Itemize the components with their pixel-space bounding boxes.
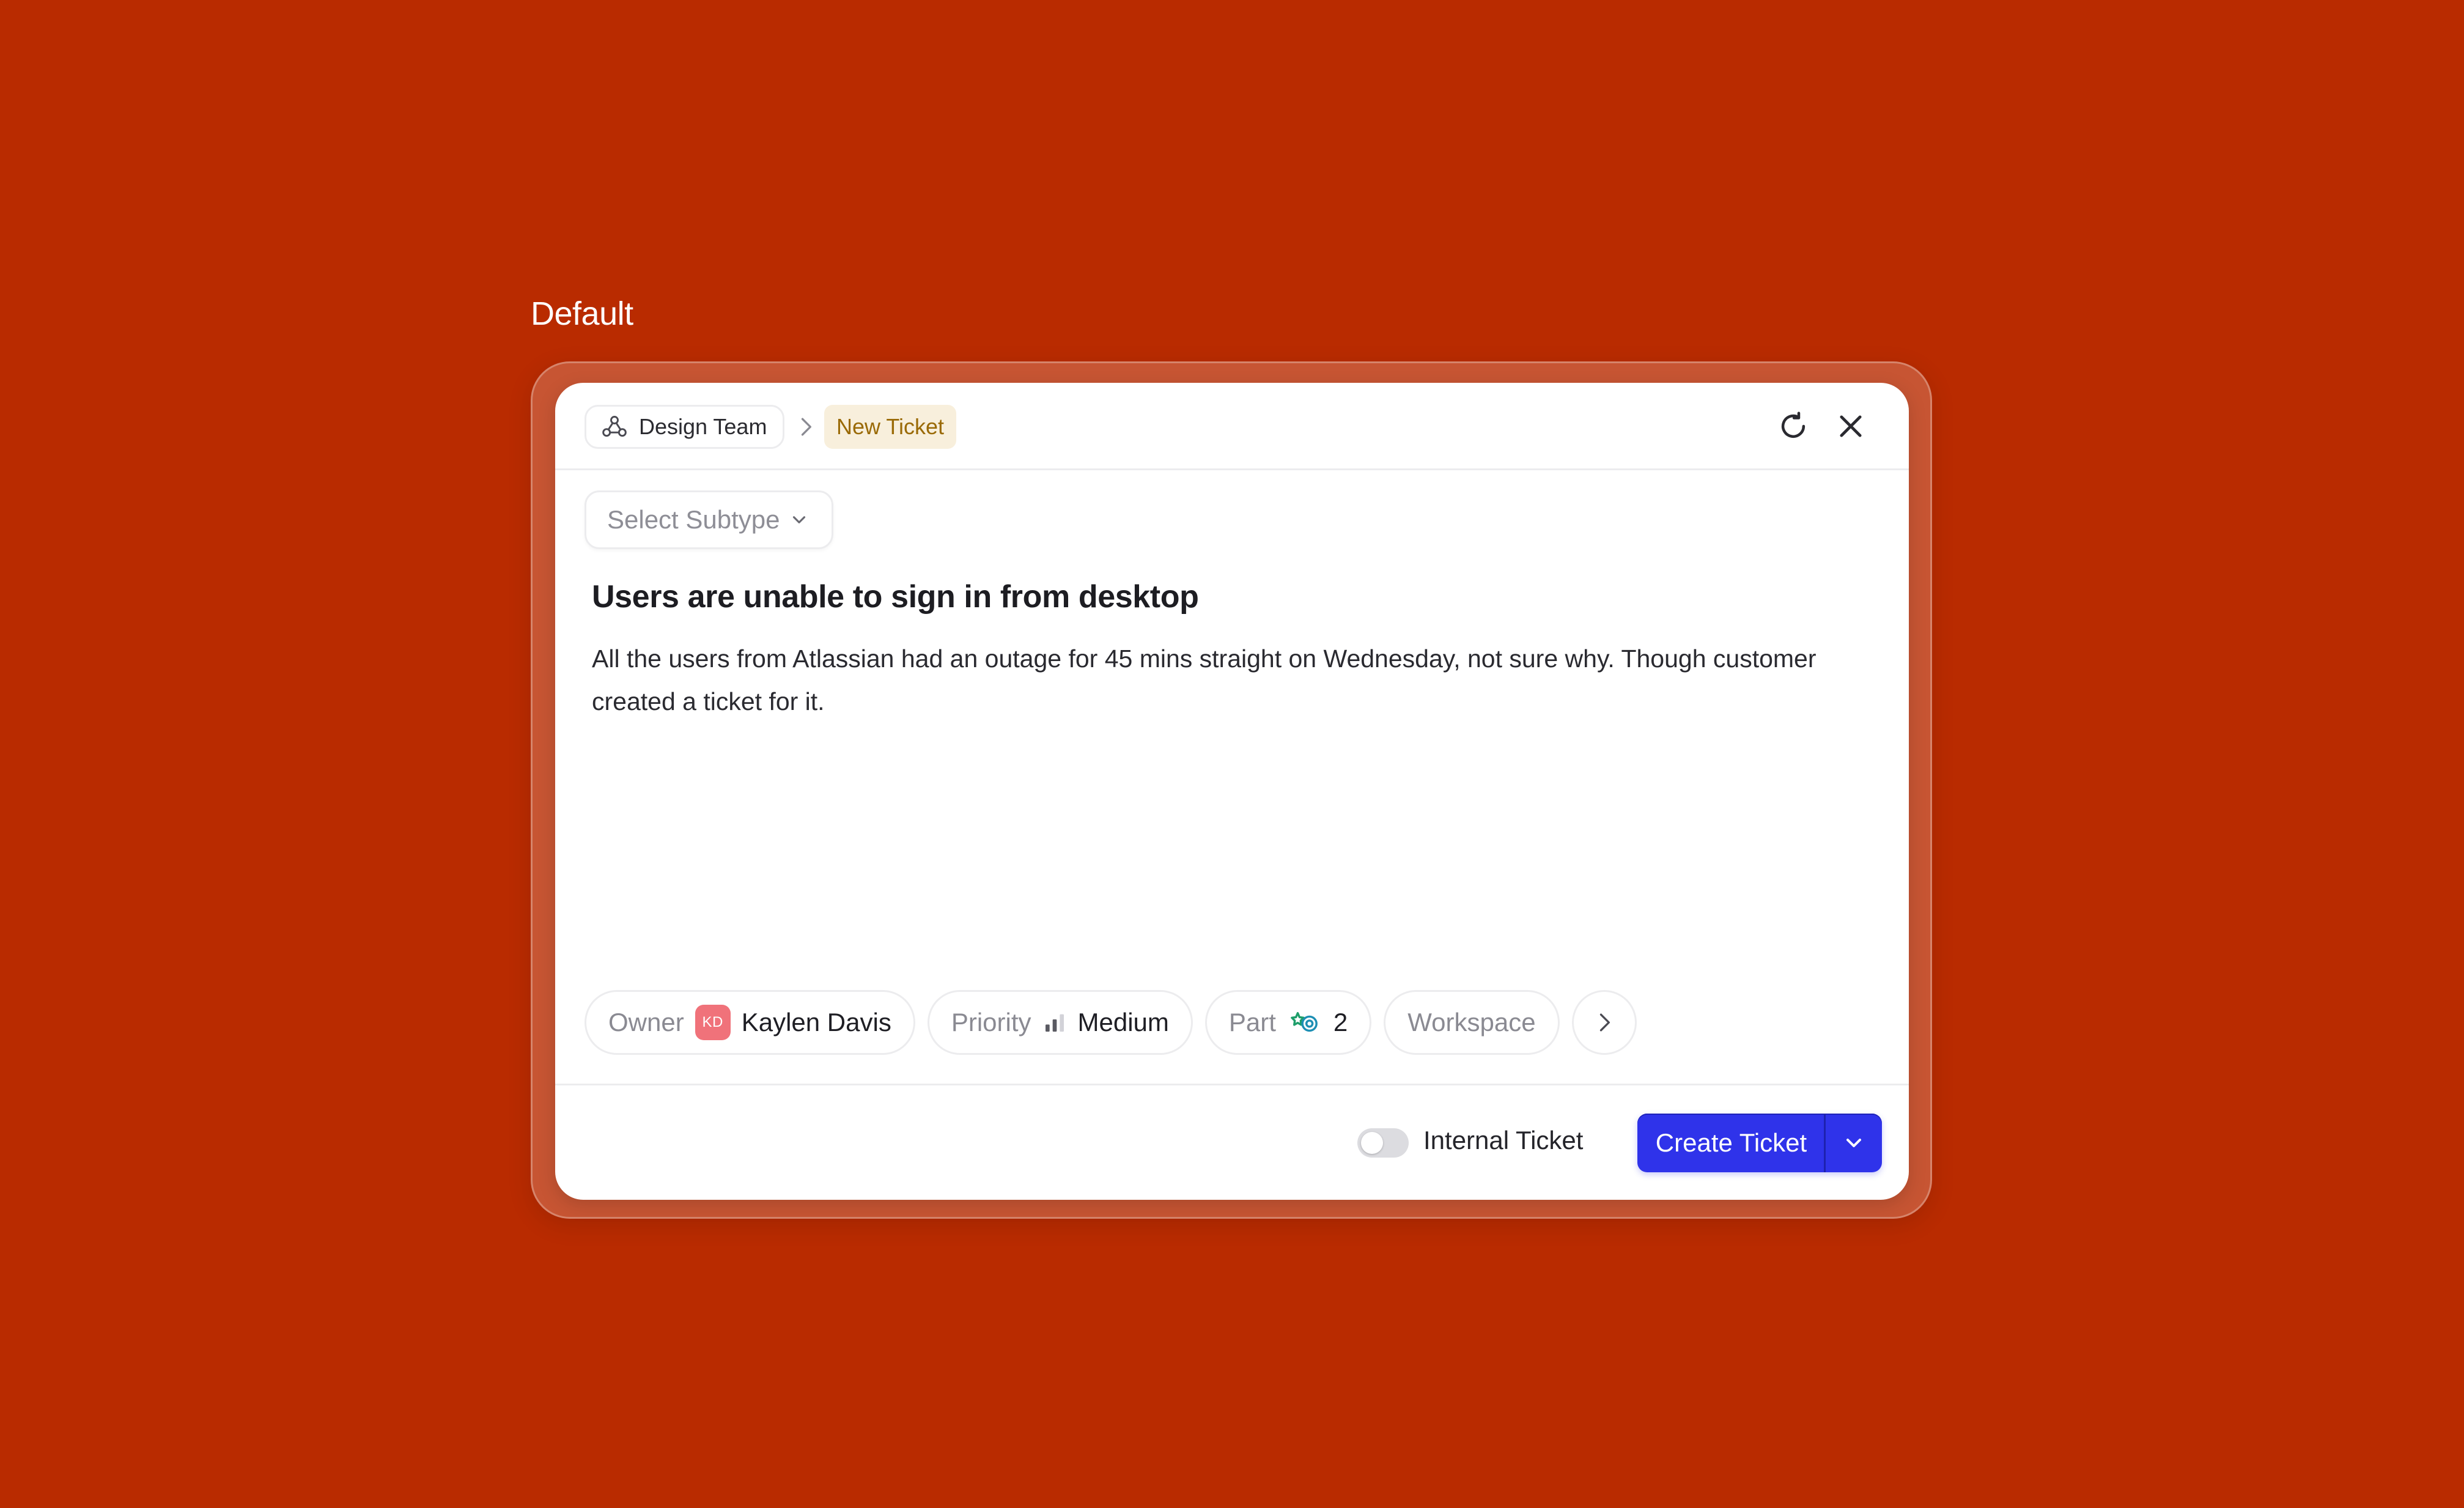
modal-footer: Internal Ticket Create Ticket bbox=[555, 1084, 1909, 1200]
workspace-label: Workspace bbox=[1407, 1008, 1536, 1037]
create-ticket-modal: Design Team New Ticket Select Subtype Us… bbox=[555, 383, 1909, 1200]
priority-value: Medium bbox=[1077, 1008, 1169, 1037]
breadcrumb-new-ticket: New Ticket bbox=[824, 405, 957, 449]
priority-label: Priority bbox=[951, 1008, 1031, 1037]
create-options-dropdown[interactable] bbox=[1826, 1114, 1882, 1172]
breadcrumb-team[interactable]: Design Team bbox=[585, 405, 785, 449]
ticket-title[interactable]: Users are unable to sign in from desktop bbox=[592, 578, 1199, 615]
part-label: Part bbox=[1228, 1008, 1276, 1037]
chevron-down-icon bbox=[789, 509, 810, 530]
owner-chip[interactable]: Owner KD Kaylen Davis bbox=[585, 990, 915, 1055]
priority-chip[interactable]: Priority Medium bbox=[927, 990, 1193, 1055]
refresh-button[interactable] bbox=[1776, 408, 1811, 444]
subtype-select[interactable]: Select Subtype bbox=[585, 490, 833, 549]
modal-header: Design Team New Ticket bbox=[555, 383, 1909, 470]
close-button[interactable] bbox=[1833, 408, 1868, 444]
variant-label: Default bbox=[531, 295, 633, 332]
owner-value: Kaylen Davis bbox=[741, 1008, 891, 1037]
priority-bars-icon bbox=[1042, 1010, 1067, 1035]
more-attributes-button[interactable] bbox=[1571, 990, 1637, 1055]
part-count: 2 bbox=[1333, 1008, 1348, 1037]
internal-ticket-label: Internal Ticket bbox=[1423, 1126, 1584, 1155]
chevron-right-icon bbox=[1599, 1013, 1610, 1032]
chevron-right-icon bbox=[792, 413, 819, 440]
breadcrumb-team-label: Design Team bbox=[639, 414, 767, 439]
internal-ticket-toggle[interactable] bbox=[1357, 1128, 1409, 1158]
avatar: KD bbox=[695, 1005, 731, 1040]
ticket-attributes: Owner KD Kaylen Davis Priority Medium Pa… bbox=[585, 989, 1637, 1055]
workspace-chip[interactable]: Workspace bbox=[1384, 990, 1560, 1055]
close-icon bbox=[1840, 415, 1862, 437]
ticket-description[interactable]: All the users from Atlassian had an outa… bbox=[592, 637, 1839, 723]
team-icon bbox=[601, 413, 628, 440]
part-icon bbox=[1287, 1008, 1322, 1037]
refresh-icon bbox=[1781, 412, 1806, 438]
subtype-placeholder: Select Subtype bbox=[607, 505, 780, 534]
part-chip[interactable]: Part 2 bbox=[1204, 990, 1372, 1055]
create-ticket-button[interactable]: Create Ticket bbox=[1637, 1114, 1824, 1172]
toggle-knob bbox=[1361, 1132, 1383, 1154]
owner-label: Owner bbox=[608, 1008, 684, 1037]
create-ticket-split-button: Create Ticket bbox=[1637, 1114, 1882, 1172]
chevron-down-icon bbox=[1846, 1139, 1861, 1147]
